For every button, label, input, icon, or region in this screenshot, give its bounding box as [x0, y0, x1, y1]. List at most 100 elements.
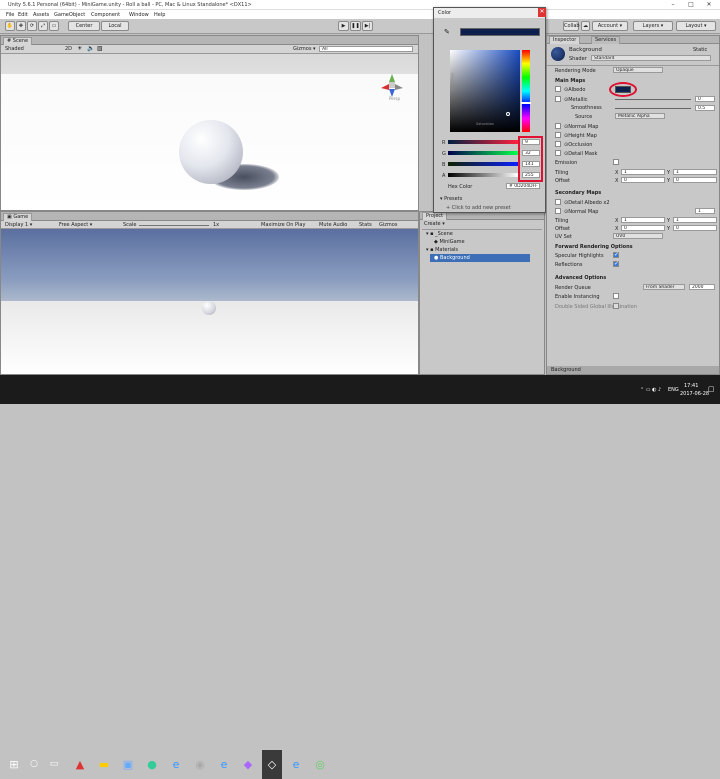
saturation-brightness-field[interactable]: Saturation Brightness — [450, 50, 520, 132]
gpu-instancing-checkbox[interactable] — [613, 293, 619, 299]
edge-icon[interactable]: e — [166, 750, 186, 779]
hand-tool-icon[interactable]: ✋ — [5, 21, 15, 31]
normal-map-slot[interactable] — [555, 123, 561, 129]
scene-gizmos-dropdown[interactable]: Gizmos ▾ — [293, 46, 316, 52]
render-queue-input[interactable]: 2000 — [689, 284, 715, 290]
tiling-x-input[interactable]: 1 — [621, 169, 665, 175]
notification-icon[interactable]: ▢ — [708, 385, 715, 393]
double-gi-checkbox[interactable] — [613, 303, 619, 309]
shading-mode-dropdown[interactable]: Shaded — [5, 46, 24, 52]
clock-time[interactable]: 17:41 — [684, 383, 698, 389]
emission-checkbox[interactable] — [613, 159, 619, 165]
hex-input[interactable]: # 0D204DFF — [506, 183, 540, 189]
specular-checkbox[interactable] — [613, 251, 619, 258]
add-preset-button[interactable]: + Click to add new preset — [446, 205, 511, 211]
move-tool-icon[interactable]: ✥ — [16, 21, 26, 31]
app-icon-2[interactable]: ◉ — [190, 750, 210, 779]
presets-foldout[interactable]: ▾ Presets — [440, 196, 462, 202]
tiling-y-input[interactable]: 1 — [673, 169, 717, 175]
menu-gameobject[interactable]: GameObject — [54, 12, 85, 18]
scene-viewport[interactable]: Persp — [1, 54, 418, 210]
menu-window[interactable]: Window — [129, 12, 149, 18]
detail-mask-slot[interactable] — [555, 150, 561, 156]
tab-project[interactable]: Project — [422, 212, 448, 220]
edge-icon-2[interactable]: e — [286, 750, 306, 779]
layout-dropdown[interactable]: Layout ▾ — [676, 21, 716, 31]
shader-dropdown[interactable]: Standard — [591, 55, 711, 61]
metallic-input[interactable]: 0 — [695, 96, 715, 102]
project-folder-materials[interactable]: ▾ ▪ Materials — [426, 247, 458, 253]
aspect-dropdown[interactable]: Free Aspect ▾ — [59, 222, 92, 228]
height-map-slot[interactable] — [555, 132, 561, 138]
offset-y-input[interactable]: 0 — [673, 177, 717, 183]
app-icon-1[interactable]: ▲ — [70, 750, 90, 779]
search-icon[interactable]: ○ — [24, 750, 44, 779]
minimize-icon[interactable]: – — [664, 0, 682, 10]
offset-x-input[interactable]: 0 — [621, 177, 665, 183]
tab-scene[interactable]: # Scene — [3, 37, 33, 45]
unity-icon[interactable]: ◇ — [262, 750, 282, 779]
project-create-dropdown[interactable]: Create ▾ — [424, 221, 445, 227]
rendering-mode-dropdown[interactable]: Opaque — [613, 67, 663, 73]
lighting-icon[interactable]: ☀ — [77, 45, 82, 52]
channel-r-slider[interactable] — [448, 140, 518, 144]
color-picker-close-icon[interactable]: ✕ — [538, 8, 546, 17]
metallic-texture-slot[interactable] — [555, 96, 561, 102]
sec-tiling-x-input[interactable]: 1 — [621, 217, 665, 223]
menu-help[interactable]: Help — [154, 12, 165, 18]
sv-cursor[interactable] — [506, 112, 510, 116]
sec-offset-y-input[interactable]: 0 — [673, 225, 717, 231]
input-language[interactable]: ENG — [668, 387, 679, 393]
collab-button[interactable]: Collab — [563, 21, 580, 31]
hue-slider[interactable] — [521, 50, 531, 132]
audio-icon[interactable]: 🔈 — [87, 45, 94, 52]
effects-icon[interactable]: ▧ — [97, 45, 103, 52]
rect-tool-icon[interactable]: ▭ — [49, 21, 59, 31]
occlusion-slot[interactable] — [555, 141, 561, 147]
chrome-icon[interactable]: ● — [142, 750, 162, 779]
smoothness-input[interactable]: 0.5 — [695, 105, 715, 111]
menu-edit[interactable]: Edit — [18, 12, 28, 18]
secondary-normal-input[interactable]: 1 — [695, 208, 715, 214]
mode-2d-toggle[interactable]: 2D — [65, 46, 72, 52]
pivot-local-button[interactable]: Local — [101, 21, 129, 31]
layers-dropdown[interactable]: Layers ▾ — [633, 21, 673, 31]
detail-albedo-slot[interactable] — [555, 199, 561, 205]
metallic-slider[interactable] — [615, 99, 691, 100]
channel-b-slider[interactable] — [448, 162, 518, 166]
menu-file[interactable]: File — [6, 12, 14, 18]
tab-game[interactable]: ▣ Game — [3, 213, 33, 221]
eyedropper-icon[interactable]: ✎ — [444, 28, 450, 36]
scene-search-input[interactable]: All — [319, 46, 413, 52]
step-icon[interactable]: ▶| — [362, 21, 373, 31]
render-queue-dropdown[interactable]: From Shader — [643, 284, 685, 290]
secondary-normal-slot[interactable] — [555, 208, 561, 214]
app-icon-3[interactable]: ◎ — [310, 750, 330, 779]
clock-date[interactable]: 2017-06-28 — [680, 391, 709, 397]
pause-icon[interactable]: ❚❚ — [350, 21, 361, 31]
pivot-center-button[interactable]: Center — [68, 21, 100, 31]
smoothness-slider[interactable] — [615, 108, 691, 109]
project-item-minigame[interactable]: ◆ MiniGame — [434, 239, 465, 245]
account-dropdown[interactable]: Account ▾ — [592, 21, 628, 31]
task-view-icon[interactable]: ▭ — [44, 750, 64, 779]
ie-icon[interactable]: e — [214, 750, 234, 779]
stats-toggle[interactable]: Stats — [359, 222, 372, 228]
hue-cursor[interactable] — [521, 102, 531, 104]
menu-component[interactable]: Component — [91, 12, 120, 18]
scale-tool-icon[interactable]: ⤢ — [38, 21, 48, 31]
menu-assets[interactable]: Assets — [33, 12, 49, 18]
sec-offset-x-input[interactable]: 0 — [621, 225, 665, 231]
channel-a-slider[interactable] — [448, 173, 518, 177]
maximize-on-play-toggle[interactable]: Maximize On Play — [261, 222, 305, 228]
source-dropdown[interactable]: Metallic Alpha — [615, 113, 665, 119]
maximize-icon[interactable]: □ — [682, 0, 700, 10]
visual-studio-icon[interactable]: ◆ — [238, 750, 258, 779]
channel-g-slider[interactable] — [448, 151, 518, 155]
display-dropdown[interactable]: Display 1 ▾ — [5, 222, 32, 228]
project-item-background[interactable]: ● Background — [430, 254, 530, 262]
tab-inspector[interactable]: Inspector — [549, 36, 581, 44]
start-icon[interactable]: ⊞ — [4, 750, 24, 779]
game-viewport[interactable] — [1, 229, 418, 374]
rotate-tool-icon[interactable]: ⟳ — [27, 21, 37, 31]
